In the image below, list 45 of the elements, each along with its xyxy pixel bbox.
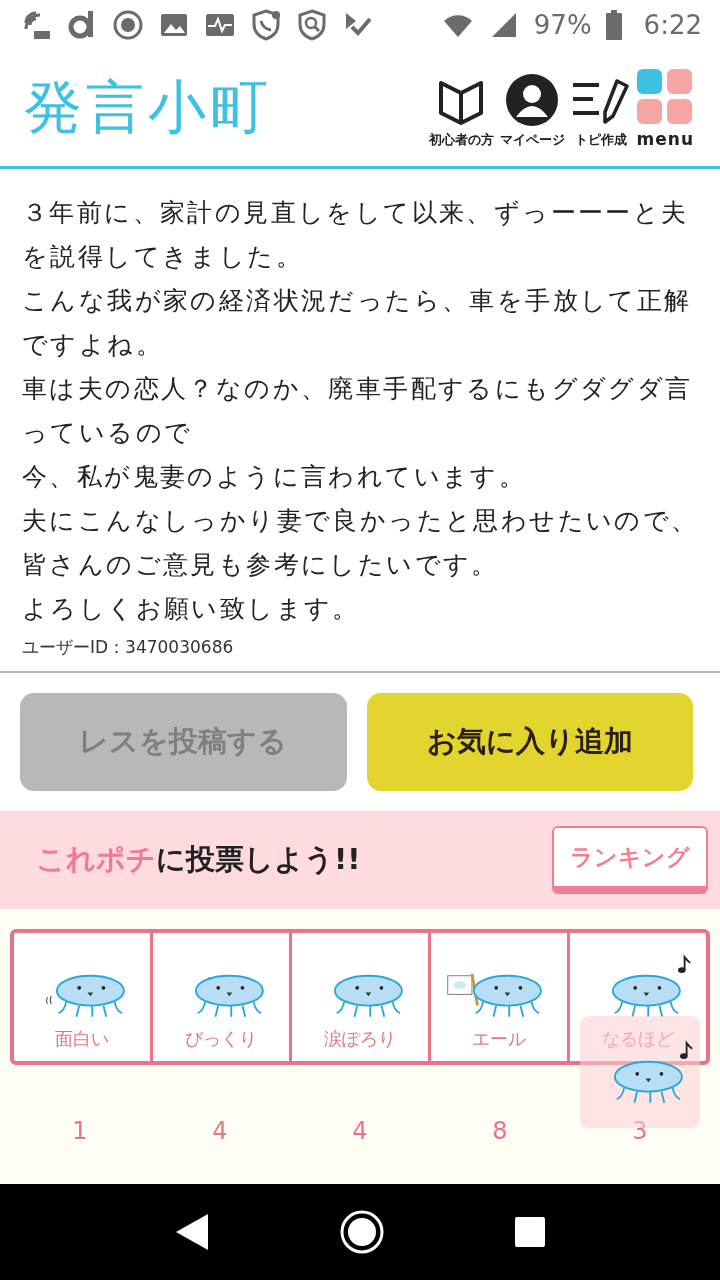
reaction-label: 面白い xyxy=(55,1027,109,1051)
battery-icon xyxy=(605,10,622,40)
post-paragraph: こんな我が家の経済状況だったら、車を手放して正解ですよね。 xyxy=(22,285,693,361)
header-nav-link[interactable]: トピ作成 xyxy=(570,69,631,149)
add-favorite-button[interactable]: お気に入り追加 xyxy=(366,693,693,791)
pencil-icon xyxy=(570,77,631,127)
header-nav-link[interactable]: menu xyxy=(636,67,694,149)
post-paragraph: よろしくお願い致します。 xyxy=(22,593,361,625)
recent-apps-icon[interactable] xyxy=(513,1216,546,1248)
vote-heading: これポチに投票しよう!! xyxy=(36,841,361,878)
user-icon xyxy=(505,73,560,127)
vote-count: 4 xyxy=(211,1117,229,1145)
reaction-label: エール xyxy=(472,1027,526,1051)
reaction-label: 涙ぽろり xyxy=(324,1027,396,1051)
reaction-option[interactable]: びっくり xyxy=(150,933,289,1061)
post-paragraph: ３年前に、家計の見直しをして以来、ずっーーーと夫を説得してきました。 xyxy=(22,197,690,273)
ranking-button[interactable]: ランキング xyxy=(552,826,708,894)
reaction-option[interactable]: 涙ぽろり xyxy=(289,933,428,1061)
header-nav-link[interactable]: 初心者の方 xyxy=(428,69,494,149)
music-note-icon xyxy=(678,956,692,973)
user-id: ユーザーID：3470030686 xyxy=(22,636,235,659)
post-paragraph: 車は夫の恋人？なのか、廃車手配するにもグダグダ言っているので xyxy=(22,373,694,449)
vote-count: 3 xyxy=(631,1117,649,1145)
reaction-option[interactable]: なるほど xyxy=(567,933,706,1061)
header-nav-link[interactable]: マイページ xyxy=(499,69,565,149)
menu-icon xyxy=(637,69,694,125)
reaction-label: びっくり xyxy=(185,1027,257,1051)
site-logo[interactable]: 発言小町 xyxy=(24,69,429,147)
shield-search-icon xyxy=(296,9,328,41)
reaction-option[interactable]: 面白い xyxy=(14,933,150,1061)
clock-time: 6:22 xyxy=(643,10,702,40)
reaction-option[interactable]: エール xyxy=(428,933,567,1061)
vote-count: 1 xyxy=(71,1117,89,1145)
vote-count: 4 xyxy=(351,1117,369,1145)
battery-percentage: 97% xyxy=(533,10,592,40)
back-icon[interactable] xyxy=(174,1212,211,1252)
reaction-label: なるほど xyxy=(602,1027,674,1051)
post-paragraph: 夫にこんなしっかり妻で良かったと思わせたいので、 xyxy=(22,505,700,537)
post-paragraph: 今、私が鬼妻のように言われています。 xyxy=(22,461,528,493)
music-note-icon xyxy=(680,1042,694,1059)
vote-count: 8 xyxy=(491,1117,509,1145)
target-icon xyxy=(112,9,144,41)
post-paragraph: 皆さんのご意見も参考にしたいです。 xyxy=(22,549,500,581)
home-icon[interactable] xyxy=(339,1209,385,1255)
shield-phone-icon xyxy=(250,9,282,41)
